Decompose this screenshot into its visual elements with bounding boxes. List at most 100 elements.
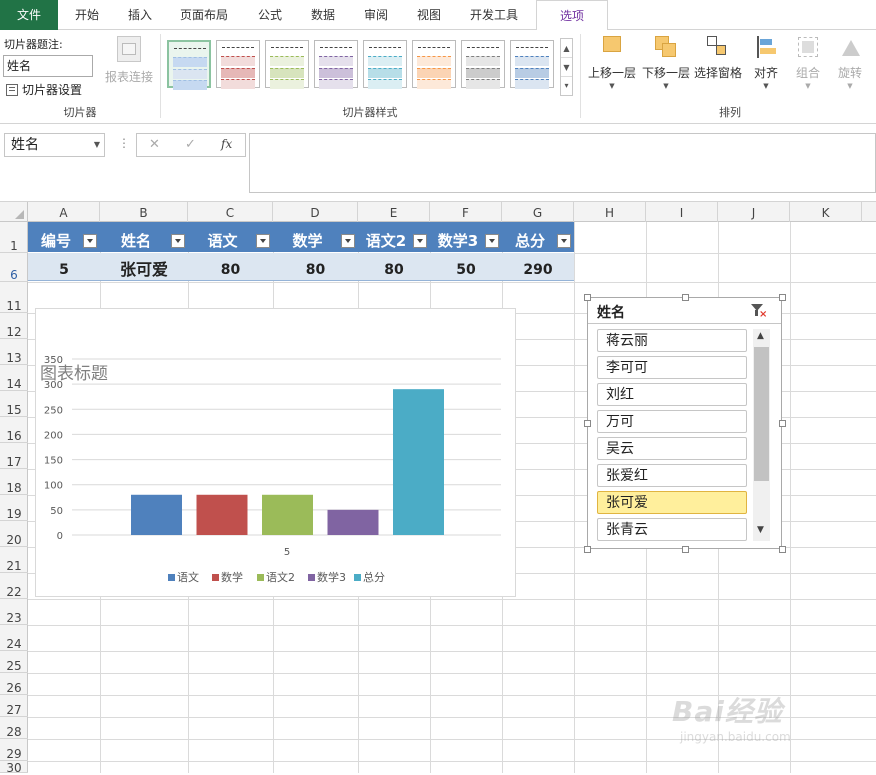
gallery-up-icon[interactable]: ▲	[561, 39, 572, 58]
column-header[interactable]: F	[430, 202, 502, 222]
insert-function-icon[interactable]: fx	[221, 137, 232, 151]
slicer-style-option[interactable]	[216, 40, 260, 89]
table-cell[interactable]: 80	[188, 253, 273, 281]
slicer-item[interactable]: 张青云	[597, 518, 747, 541]
column-header[interactable]: B	[100, 202, 188, 222]
filter-dropdown-icon[interactable]	[341, 234, 355, 248]
slicer-item[interactable]: 万可	[597, 410, 747, 433]
chevron-down-icon[interactable]: ▼	[94, 134, 100, 156]
gallery-scroll-buttons[interactable]: ▲ ▼ ▾	[560, 38, 573, 96]
row-header[interactable]: 15	[0, 391, 28, 417]
row-header[interactable]: 20	[0, 521, 28, 547]
slicer-settings-button[interactable]: 切片器设置	[6, 81, 82, 99]
scroll-thumb[interactable]	[754, 347, 769, 481]
formula-input[interactable]	[249, 133, 876, 193]
resize-handle[interactable]	[584, 294, 591, 301]
tab-page-layout[interactable]: 页面布局	[170, 0, 238, 30]
column-header[interactable]: K	[790, 202, 862, 222]
slicer-panel[interactable]: 姓名 × 蒋云丽 李可可 刘红 万可 吴云 张爱红 张可爱 张青云 ▲ ▼	[587, 297, 782, 549]
column-header[interactable]: J	[718, 202, 790, 222]
row-header[interactable]: 1	[0, 222, 28, 253]
table-cell[interactable]: 290	[502, 253, 574, 281]
gallery-down-icon[interactable]: ▼	[561, 58, 572, 77]
select-all-corner[interactable]	[0, 202, 28, 222]
slicer-style-option[interactable]	[510, 40, 554, 89]
slicer-scrollbar[interactable]: ▲ ▼	[753, 329, 770, 541]
resize-handle[interactable]	[584, 546, 591, 553]
slicer-style-option[interactable]	[461, 40, 505, 89]
row-header[interactable]: 26	[0, 673, 28, 695]
resize-handle[interactable]	[779, 294, 786, 301]
tab-file[interactable]: 文件	[0, 0, 58, 30]
resize-handle[interactable]	[779, 420, 786, 427]
slicer-style-option[interactable]	[412, 40, 456, 89]
tab-data[interactable]: 数据	[299, 0, 347, 30]
table-cell[interactable]: 5	[28, 253, 100, 281]
slicer-style-option[interactable]	[314, 40, 358, 89]
chart[interactable]: 0 50 100 150 200 250 300 350 图表标题 5 语文 数学 语文2 数学3 总分	[35, 308, 516, 597]
report-connections-button[interactable]: 报表连接	[103, 36, 155, 85]
filter-dropdown-icon[interactable]	[485, 234, 499, 248]
slicer-style-option[interactable]	[167, 40, 211, 90]
filter-dropdown-icon[interactable]	[557, 234, 571, 248]
table-cell[interactable]: 80	[358, 253, 430, 281]
row-header[interactable]: 11	[0, 282, 28, 313]
tab-home[interactable]: 开始	[62, 0, 112, 30]
slicer-item[interactable]: 蒋云丽	[597, 329, 747, 352]
row-header[interactable]: 19	[0, 495, 28, 521]
resize-handle[interactable]	[681, 546, 689, 553]
send-backward-button[interactable]: 下移一层 ▼	[640, 36, 692, 91]
align-button[interactable]: 对齐 ▼	[748, 36, 784, 91]
row-header[interactable]: 27	[0, 695, 28, 717]
row-header[interactable]: 6	[0, 253, 28, 282]
row-header[interactable]: 18	[0, 469, 28, 495]
column-header[interactable]: I	[646, 202, 718, 222]
column-header[interactable]: C	[188, 202, 273, 222]
tab-view[interactable]: 视图	[405, 0, 453, 30]
gallery-more-icon[interactable]: ▾	[561, 77, 572, 95]
row-header[interactable]: 16	[0, 417, 28, 443]
bring-forward-button[interactable]: 上移一层 ▼	[586, 36, 638, 91]
group-button[interactable]: 组合 ▼	[788, 36, 828, 91]
slicer-style-option[interactable]	[363, 40, 407, 89]
resize-handle[interactable]	[779, 546, 786, 553]
row-header[interactable]: 13	[0, 339, 28, 365]
slicer-item[interactable]: 张爱红	[597, 464, 747, 487]
row-header[interactable]: 22	[0, 573, 28, 599]
slicer-item[interactable]: 李可可	[597, 356, 747, 379]
row-header[interactable]: 29	[0, 739, 28, 761]
rotate-button[interactable]: 旋转 ▼	[830, 36, 870, 91]
column-header[interactable]: H	[574, 202, 646, 222]
column-header[interactable]: D	[273, 202, 358, 222]
slicer-item[interactable]: 刘红	[597, 383, 747, 406]
table-cell[interactable]: 张可爱	[100, 253, 188, 281]
row-header[interactable]: 30	[0, 761, 28, 775]
row-header[interactable]: 12	[0, 313, 28, 339]
table-cell[interactable]: 80	[273, 253, 358, 281]
cancel-icon[interactable]: ✕	[149, 137, 160, 152]
selection-pane-button[interactable]: 选择窗格	[692, 36, 744, 81]
scroll-down-icon[interactable]: ▼	[757, 525, 764, 535]
column-header[interactable]: G	[502, 202, 574, 222]
enter-icon[interactable]: ✓	[185, 137, 196, 152]
tab-insert[interactable]: 插入	[115, 0, 165, 30]
filter-dropdown-icon[interactable]	[413, 234, 427, 248]
slicer-item[interactable]: 张可爱	[597, 491, 747, 514]
filter-dropdown-icon[interactable]	[256, 234, 270, 248]
scroll-up-icon[interactable]: ▲	[757, 331, 764, 341]
row-header[interactable]: 17	[0, 443, 28, 469]
row-header[interactable]: 14	[0, 365, 28, 391]
row-header[interactable]: 24	[0, 625, 28, 651]
row-header[interactable]: 21	[0, 547, 28, 573]
row-header[interactable]: 25	[0, 651, 28, 673]
row-header[interactable]: 28	[0, 717, 28, 739]
tab-review[interactable]: 审阅	[352, 0, 400, 30]
name-box[interactable]: 姓名 ▼	[4, 133, 105, 157]
slicer-style-option[interactable]	[265, 40, 309, 89]
column-header[interactable]: E	[358, 202, 430, 222]
tab-developer[interactable]: 开发工具	[460, 0, 528, 30]
column-header[interactable]: A	[28, 202, 100, 222]
resize-handle[interactable]	[681, 294, 689, 301]
filter-dropdown-icon[interactable]	[83, 234, 97, 248]
slicer-caption-input[interactable]: 姓名	[3, 55, 93, 77]
